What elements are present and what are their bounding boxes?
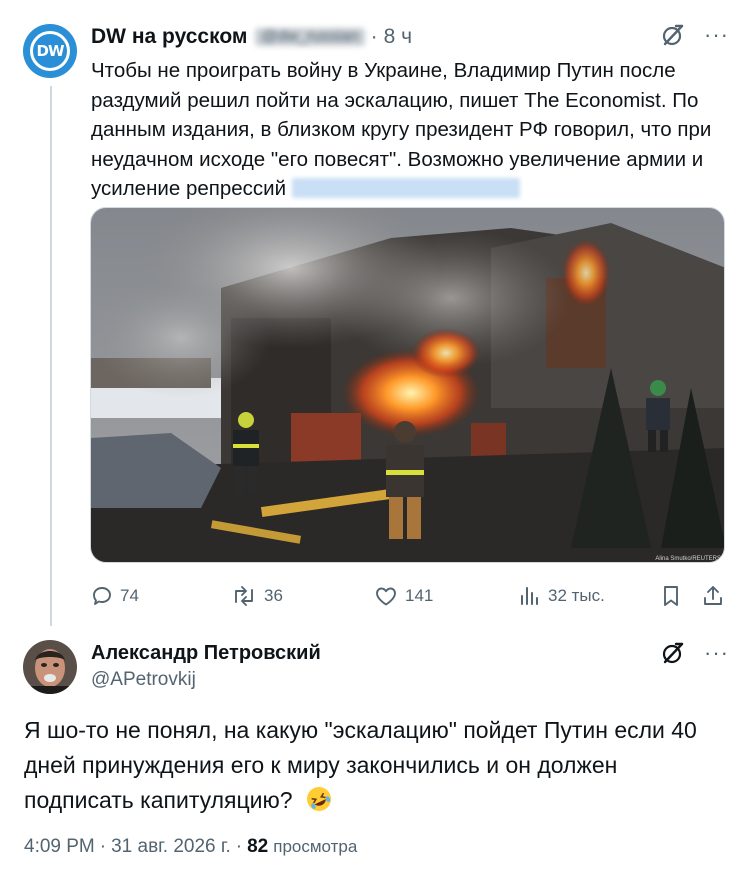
reply-text: Я шо-то не понял, на какую "эскалацию" п… xyxy=(24,713,729,818)
bookmark-icon xyxy=(664,586,678,606)
reply-body: Я шо-то не понял, на какую "эскалацию" п… xyxy=(24,717,697,813)
heart-icon xyxy=(376,587,396,606)
bookmark-button[interactable] xyxy=(660,582,688,610)
rolling-laughing-emoji xyxy=(306,787,331,811)
grok-icon[interactable] xyxy=(660,640,686,671)
tweet-text: Чтобы не проиграть войну в Украине, Влад… xyxy=(91,56,731,204)
share-button[interactable] xyxy=(702,582,730,610)
author-handle[interactable]: @dw_russian xyxy=(255,28,365,46)
dw-logo: DW xyxy=(30,31,70,71)
views-count: 32 тыс. xyxy=(548,586,605,605)
dw-avatar[interactable]: DW xyxy=(23,24,77,78)
separator-dot: · xyxy=(99,836,107,857)
like-button[interactable]: 141 xyxy=(373,582,433,610)
tweet-actions-bar: 74 36 141 32 тыс. xyxy=(90,582,730,610)
blurred-link[interactable] xyxy=(291,178,520,198)
reply-views-count[interactable]: 82 xyxy=(247,836,268,858)
more-dots-icon[interactable]: ··· xyxy=(704,640,729,666)
photo-credit: Alina Smutko/REUTERS xyxy=(655,556,721,562)
separator-dot: · xyxy=(370,25,378,48)
share-icon xyxy=(704,586,722,605)
reply-date[interactable]: 31 авг. 2026 г. xyxy=(111,836,231,858)
views-button[interactable]: 32 тыс. xyxy=(518,582,605,610)
tweet-photo[interactable]: Alina Smutko/REUTERS xyxy=(90,207,725,563)
speech-bubble-icon xyxy=(93,587,111,605)
avatar-photo xyxy=(23,640,77,694)
more-dots-icon[interactable]: ··· xyxy=(704,22,729,48)
petrovsky-avatar[interactable] xyxy=(23,640,77,694)
reply-button[interactable]: 74 xyxy=(90,582,139,610)
reply-time[interactable]: 4:09 PM xyxy=(24,836,95,858)
tweet-header: DW на русском @dw_russian · 8 ч xyxy=(91,24,412,50)
grok-icon[interactable] xyxy=(660,22,686,53)
like-count: 141 xyxy=(405,586,434,605)
author-name[interactable]: DW на русском xyxy=(91,25,247,49)
burning-house-photo: Alina Smutko/REUTERS xyxy=(91,208,724,562)
retweet-count: 36 xyxy=(264,586,283,605)
reply-author-handle[interactable]: @APetrovkij xyxy=(91,669,196,691)
reply-views-label: просмотра xyxy=(273,837,358,856)
thread-connector-line xyxy=(50,86,52,626)
reply-count: 74 xyxy=(120,586,139,605)
reply-metadata: 4:09 PM · 31 авг. 2026 г. · 82 просмотра xyxy=(24,836,357,858)
retweet-button[interactable]: 36 xyxy=(230,582,283,610)
tweet-time[interactable]: 8 ч xyxy=(384,25,412,49)
separator-dot: · xyxy=(235,836,243,857)
retweet-icon xyxy=(235,586,253,606)
reply-author-name[interactable]: Александр Петровский xyxy=(91,642,321,665)
bar-chart-icon xyxy=(521,587,538,605)
